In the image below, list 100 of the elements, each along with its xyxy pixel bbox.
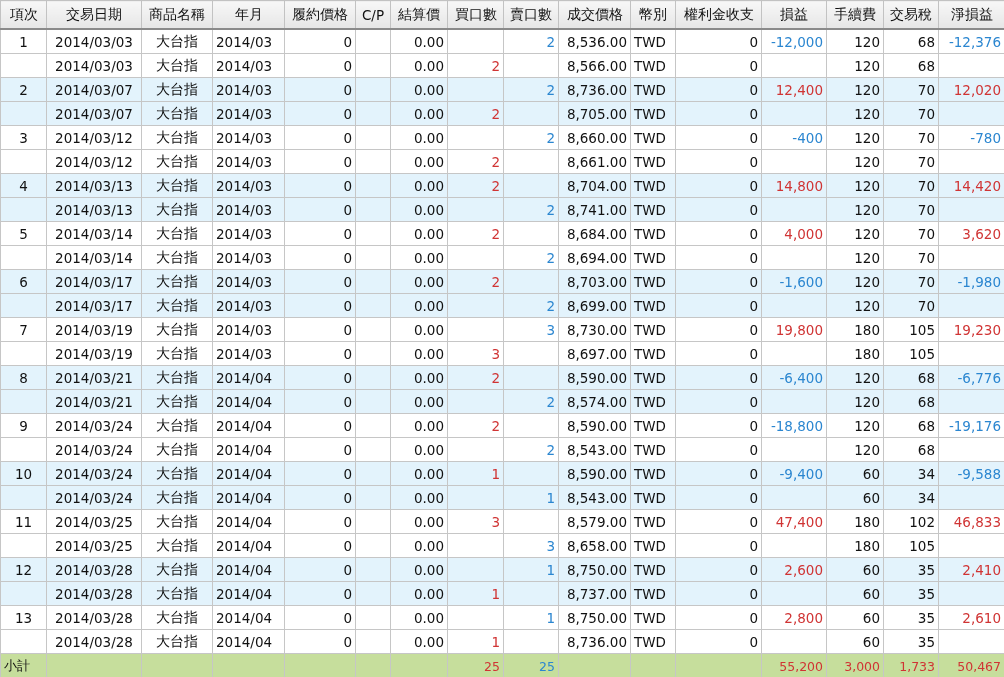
table-cell: 0: [675, 29, 762, 54]
table-cell: 0.00: [390, 317, 448, 342]
table-cell: TWD: [630, 269, 676, 294]
table-cell: 0: [675, 197, 762, 222]
table-cell: 3: [447, 509, 504, 534]
table-cell: 0.00: [390, 101, 448, 126]
table-cell: 0.00: [390, 437, 448, 462]
table-cell: 0: [284, 197, 356, 222]
table-cell: 0.00: [390, 245, 448, 270]
column-header: 履約價格: [284, 0, 356, 29]
table-cell: TWD: [630, 581, 676, 606]
table-cell: 大台指: [141, 509, 213, 534]
table-cell: 2014/03/21: [46, 389, 142, 414]
table-cell: 0: [675, 533, 762, 558]
table-cell: 8: [0, 365, 47, 390]
table-cell: TWD: [630, 437, 676, 462]
table-cell: 2014/03/24: [46, 437, 142, 462]
table-cell: 0: [675, 461, 762, 486]
table-cell: 2: [447, 413, 504, 438]
table-cell: TWD: [630, 29, 676, 54]
table-cell: 8,579.00: [558, 509, 631, 534]
table-cell: TWD: [630, 173, 676, 198]
table-cell: 180: [826, 341, 884, 366]
table-cell: 1: [447, 581, 504, 606]
table-cell: 大台指: [141, 533, 213, 558]
table-cell: 大台指: [141, 605, 213, 630]
table-cell: 0: [284, 101, 356, 126]
table-cell: TWD: [630, 317, 676, 342]
table-cell: 60: [826, 461, 884, 486]
table-cell: 2014/04: [212, 557, 285, 582]
table-cell: 120: [826, 365, 884, 390]
table-cell: 8,703.00: [558, 269, 631, 294]
table-cell: 70: [883, 293, 939, 318]
table-cell: 2: [447, 269, 504, 294]
table-cell: 8,684.00: [558, 221, 631, 246]
table-cell: 8,590.00: [558, 413, 631, 438]
table-cell: 0: [284, 173, 356, 198]
table-cell: 大台指: [141, 29, 213, 54]
table-cell: 0: [675, 413, 762, 438]
table-cell: 34: [883, 485, 939, 510]
table-cell: 70: [883, 221, 939, 246]
table-cell: 大台指: [141, 341, 213, 366]
table-cell: 0: [284, 461, 356, 486]
table-cell: 3: [503, 533, 559, 558]
table-cell: 2014/03/12: [46, 125, 142, 150]
table-cell: 8,737.00: [558, 581, 631, 606]
table-cell: 35: [883, 581, 939, 606]
table-cell: -18,800: [761, 413, 827, 438]
table-cell: 68: [883, 437, 939, 462]
table-cell: 2014/04: [212, 509, 285, 534]
table-cell: 3: [0, 125, 47, 150]
table-cell: 0: [284, 53, 356, 78]
table-cell: 2: [503, 437, 559, 462]
table-cell: 2: [447, 365, 504, 390]
table-cell: 大台指: [141, 221, 213, 246]
table-cell: 8,658.00: [558, 533, 631, 558]
table-cell: 8,590.00: [558, 461, 631, 486]
table-cell: 14,800: [761, 173, 827, 198]
table-cell: 2014/03: [212, 197, 285, 222]
table-cell: 120: [826, 293, 884, 318]
column-header: 損益: [761, 0, 827, 29]
column-header: 幣別: [630, 0, 676, 29]
table-cell: 1: [447, 629, 504, 654]
table-cell: 2: [503, 197, 559, 222]
table-cell: 8,661.00: [558, 149, 631, 174]
table-cell: 120: [826, 149, 884, 174]
table-cell: 0: [284, 293, 356, 318]
table-cell: 68: [883, 389, 939, 414]
table-cell: 大台指: [141, 389, 213, 414]
table-cell: 2014/03: [212, 77, 285, 102]
table-cell: 2014/03/28: [46, 557, 142, 582]
table-cell: 0.00: [390, 485, 448, 510]
table-cell: 0.00: [390, 533, 448, 558]
table-cell: 8,536.00: [558, 29, 631, 54]
table-cell: 120: [826, 197, 884, 222]
table-cell: 2014/04: [212, 629, 285, 654]
column-header: 商品名稱: [141, 0, 213, 29]
table-cell: 120: [826, 269, 884, 294]
table-cell: 大台指: [141, 269, 213, 294]
table-cell: 2014/03: [212, 245, 285, 270]
table-cell: 2014/03/24: [46, 485, 142, 510]
table-cell: TWD: [630, 389, 676, 414]
table-cell: 8,697.00: [558, 341, 631, 366]
table-cell: 180: [826, 317, 884, 342]
table-cell: 0: [284, 245, 356, 270]
table-cell: 7: [0, 317, 47, 342]
table-cell: 0: [675, 557, 762, 582]
table-cell: 2: [503, 245, 559, 270]
table-cell: 8,590.00: [558, 365, 631, 390]
table-cell: 8,543.00: [558, 485, 631, 510]
table-cell: 0: [675, 77, 762, 102]
table-cell: 2,800: [761, 605, 827, 630]
table-cell: 0: [284, 485, 356, 510]
table-cell: 2014/03/25: [46, 509, 142, 534]
table-cell: 大台指: [141, 365, 213, 390]
table-cell: 70: [883, 101, 939, 126]
table-cell: 68: [883, 29, 939, 54]
table-cell: 70: [883, 149, 939, 174]
table-cell: TWD: [630, 221, 676, 246]
table-cell: -1,600: [761, 269, 827, 294]
